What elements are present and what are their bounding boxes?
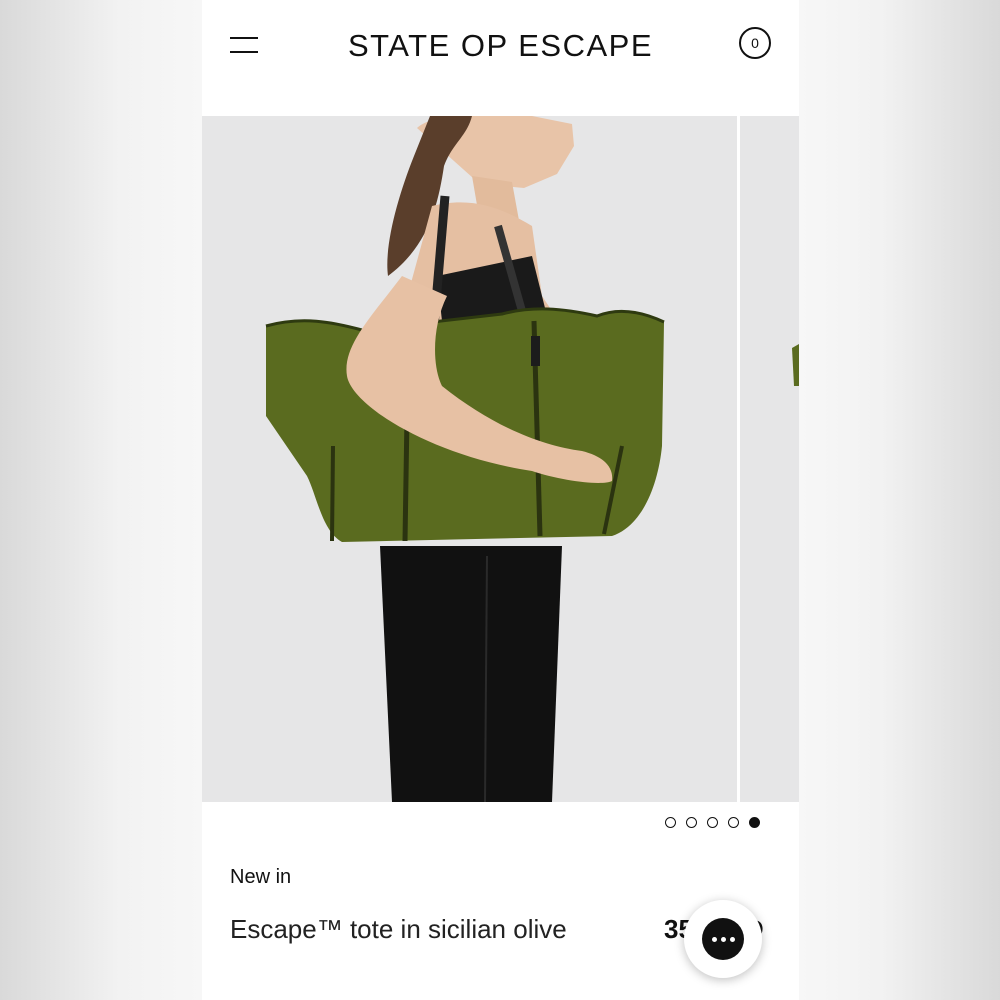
chat-launcher-button[interactable]	[684, 900, 762, 978]
product-image	[202, 116, 737, 802]
new-in-badge: New in	[230, 866, 292, 888]
chat-bubble-icon	[702, 918, 744, 960]
product-title: Escape™ tote in sicilian olive	[230, 914, 567, 944]
pagination-dot-1[interactable]	[665, 816, 676, 828]
site-header: STATE OP ESCAPE 0	[202, 0, 799, 116]
pagination-dot-5[interactable]	[749, 816, 760, 828]
model-with-tote-image	[265, 116, 665, 802]
pagination-dot-3[interactable]	[707, 816, 718, 828]
cart-count: 0	[751, 35, 759, 51]
pagination-dot-2[interactable]	[686, 816, 697, 828]
pagination-dot-4[interactable]	[728, 816, 739, 828]
cart-icon[interactable]: 0	[739, 27, 771, 59]
product-image-gallery[interactable]	[202, 116, 799, 802]
next-product-image-peek[interactable]	[740, 116, 799, 802]
gallery-pagination	[665, 816, 760, 828]
mobile-page: STATE OP ESCAPE 0 New in Escape™ tote in…	[202, 0, 799, 1000]
brand-logo[interactable]: STATE OP ESCAPE	[202, 28, 799, 64]
